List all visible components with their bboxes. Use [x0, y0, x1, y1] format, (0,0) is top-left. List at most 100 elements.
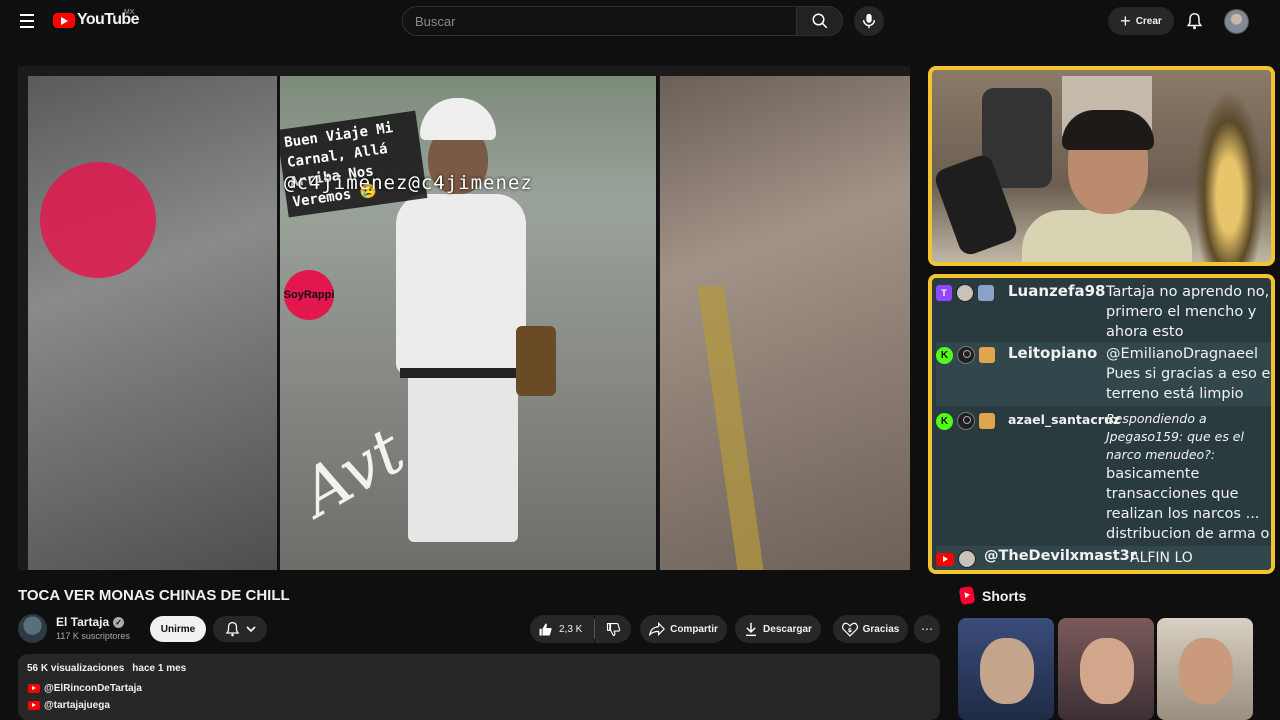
download-button[interactable]: Descargar [735, 615, 821, 643]
description-link-text[interactable]: @tartajajuega [44, 700, 110, 711]
description-meta: 56 K visualizaciones hace 1 mes [27, 663, 186, 674]
short-thumbnail-face [1179, 638, 1233, 704]
chat-text-block: Respondiendo a Jpegaso159: que es el nar… [1106, 410, 1271, 564]
thumbs-down-icon [606, 622, 620, 636]
user-avatar[interactable] [1224, 9, 1249, 34]
youtube-icon [28, 684, 40, 693]
bell-icon [225, 621, 239, 637]
voice-search-button[interactable] [854, 6, 884, 36]
notifications-button[interactable] [1182, 9, 1206, 33]
channel-avatar[interactable] [18, 614, 47, 643]
video-player[interactable]: Buen Viaje Mi Carnal, Allá Arriba Nos Ve… [18, 66, 910, 570]
region-code: MX [124, 9, 135, 16]
short-thumbnail-face [1080, 638, 1134, 704]
share-button[interactable]: Compartir [640, 615, 727, 643]
blurred-background-right [660, 76, 910, 570]
person-belt [400, 368, 524, 378]
person-bag [516, 326, 556, 396]
overlay-sticker: SoyRappi [284, 270, 334, 320]
download-label: Descargar [763, 623, 812, 635]
description-link[interactable]: @tartajajuega [28, 700, 110, 711]
user-avatar-icon [958, 550, 976, 568]
heart-dollar-icon: $ [841, 622, 858, 637]
chat-username: Luanzefa98 [1008, 282, 1106, 300]
description-link[interactable]: @ElRinconDeTartaja [28, 683, 142, 694]
create-button[interactable]: + Crear [1108, 7, 1174, 35]
like-button[interactable]: 2,3 K [530, 615, 594, 643]
chevron-down-icon [245, 626, 256, 633]
user-badge-icon [979, 347, 995, 363]
chat-username: Leitopiano [1008, 344, 1098, 362]
chat-text: Tartaja no aprendo no, primero el mencho… [1106, 284, 1270, 340]
video-frame-photo: Buen Viaje Mi Carnal, Allá Arriba Nos Ve… [277, 76, 659, 570]
chat-reply-context: Respondiendo a Jpegaso159: que es el nar… [1106, 411, 1244, 462]
svg-text:$: $ [847, 625, 852, 633]
short-thumbnail[interactable] [1058, 618, 1154, 720]
short-thumbnail-face [980, 638, 1034, 704]
verified-icon: ✓ [113, 616, 125, 628]
thanks-button[interactable]: $ Gracias [833, 615, 908, 643]
youtube-play-icon [53, 12, 75, 28]
create-label: Crear [1135, 15, 1162, 27]
person-cap [420, 98, 496, 140]
more-actions-button[interactable]: ⋯ [914, 615, 940, 643]
streamer-hair [1062, 110, 1154, 150]
kick-icon: K [936, 346, 953, 364]
short-thumbnail[interactable] [958, 618, 1054, 720]
webcam-christmas-tree [1194, 90, 1264, 262]
person-legs [408, 372, 518, 542]
user-avatar-icon [957, 412, 975, 430]
like-count: 2,3 K [559, 623, 583, 635]
more-icon: ⋯ [921, 622, 933, 636]
short-thumbnail[interactable] [1157, 618, 1253, 720]
share-label: Compartir [670, 623, 718, 635]
plus-icon: + [1120, 11, 1131, 31]
chat-username: azael_santacruz [1008, 412, 1121, 427]
share-icon [649, 622, 666, 636]
youtube-icon [28, 701, 40, 710]
stream-chat-overlay: T Luanzefa98 Tartaja no aprendo no, prim… [928, 274, 1275, 574]
streamer-webcam [928, 66, 1275, 266]
download-icon [746, 622, 757, 636]
chat-message: @TheDevilxmast3r ALFIN LO REVIVIERON [936, 546, 1271, 570]
microphone-icon [862, 13, 876, 29]
description-box[interactable]: 56 K visualizaciones hace 1 mes @ElRinco… [18, 654, 940, 720]
upload-date: hace 1 mes [132, 663, 187, 674]
overlay-handle: @c4jimenez@c4jimenez [284, 172, 533, 194]
top-bar: YouTube MX + Crear [0, 0, 1280, 42]
channel-name-row[interactable]: El Tartaja ✓ [56, 615, 125, 629]
chat-text: @EmilianoDragnaeel Pues si gracias a eso… [1106, 346, 1275, 402]
overlay-signature: Avt [288, 414, 417, 532]
twitch-icon: T [936, 285, 952, 301]
video-title: TOCA VER MONAS CHINAS DE CHILL [18, 587, 290, 604]
user-badge-icon [978, 285, 994, 301]
join-button[interactable]: Unirme [150, 616, 206, 642]
blurred-background-left [28, 76, 278, 570]
person-body [396, 194, 526, 374]
subscription-notifications-button[interactable] [213, 616, 267, 642]
menu-icon[interactable] [14, 10, 40, 32]
search-icon [812, 13, 827, 29]
shorts-label: Shorts [982, 587, 1027, 604]
chat-message: K azael_santacruz Respondiendo a Jpegaso… [936, 408, 1271, 562]
search-box[interactable] [402, 6, 797, 36]
user-badge-icon [979, 413, 995, 429]
blurred-sticker [40, 162, 156, 278]
thumbs-up-icon [539, 623, 552, 635]
dislike-button[interactable] [595, 615, 631, 643]
chat-message: K Leitopiano @EmilianoDragnaeel Pues si … [936, 342, 1271, 406]
bell-icon [1186, 13, 1202, 30]
youtube-icon [936, 552, 954, 566]
chat-message: T Luanzefa98 Tartaja no aprendo no, prim… [936, 280, 1271, 342]
user-avatar-icon [956, 284, 974, 302]
chat-text: ALFIN LO REVIVIERON [1130, 550, 1193, 566]
user-avatar-icon [957, 346, 975, 364]
chat-username: @TheDevilxmast3r [984, 548, 1137, 564]
channel-name[interactable]: El Tartaja [56, 615, 109, 629]
shorts-header[interactable]: Shorts [958, 585, 1027, 606]
search-input[interactable] [403, 7, 796, 35]
shorts-icon [958, 585, 976, 606]
description-link-text[interactable]: @ElRinconDeTartaja [44, 683, 142, 694]
chat-badges [936, 550, 976, 568]
search-button[interactable] [797, 6, 843, 36]
